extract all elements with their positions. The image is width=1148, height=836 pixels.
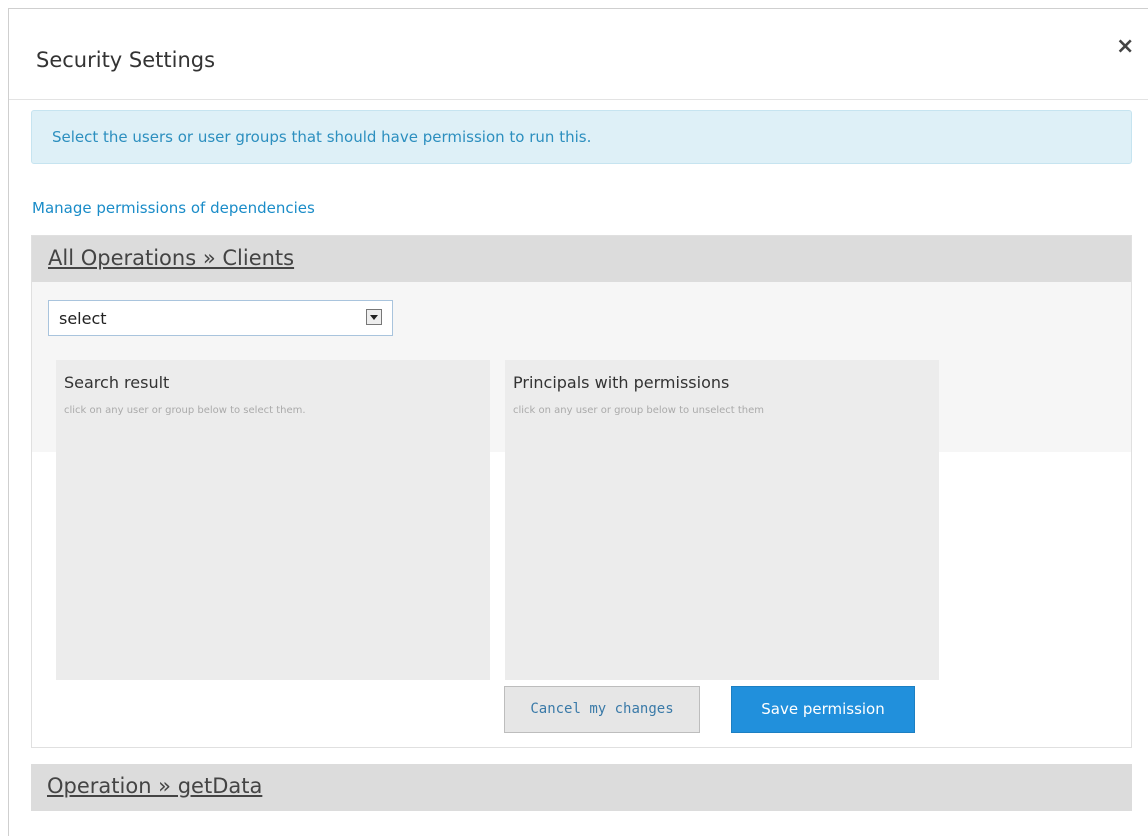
info-alert: Select the users or user groups that sho… (31, 110, 1132, 164)
panel-heading-link[interactable]: All Operations » Clients (48, 246, 294, 270)
getdata-heading-link[interactable]: Operation » getData (47, 774, 262, 798)
select-value: select (59, 309, 107, 328)
save-permission-button[interactable]: Save permission (731, 686, 915, 733)
clients-permissions-panel: All Operations » Clients select Search r… (31, 235, 1132, 748)
chevron-down-icon[interactable] (366, 309, 382, 325)
cancel-changes-button[interactable]: Cancel my changes (504, 686, 700, 733)
close-icon[interactable]: × (1116, 34, 1134, 59)
manage-dependencies-link[interactable]: Manage permissions of dependencies (32, 199, 315, 217)
search-result-hint: click on any user or group below to sele… (64, 405, 306, 416)
header-divider (9, 99, 1148, 100)
search-result-box[interactable]: Search result click on any user or group… (56, 360, 490, 680)
principal-select[interactable]: select (48, 300, 393, 336)
principals-box[interactable]: Principals with permissions click on any… (505, 360, 939, 680)
search-result-title: Search result (64, 373, 170, 392)
info-alert-text: Select the users or user groups that sho… (52, 128, 592, 146)
principals-hint: click on any user or group below to unse… (513, 405, 765, 416)
getdata-panel-header: Operation » getData (31, 764, 1132, 811)
panel-header: All Operations » Clients (32, 236, 1131, 282)
principals-title: Principals with permissions (513, 373, 730, 392)
dialog-title: Security Settings (36, 48, 216, 72)
